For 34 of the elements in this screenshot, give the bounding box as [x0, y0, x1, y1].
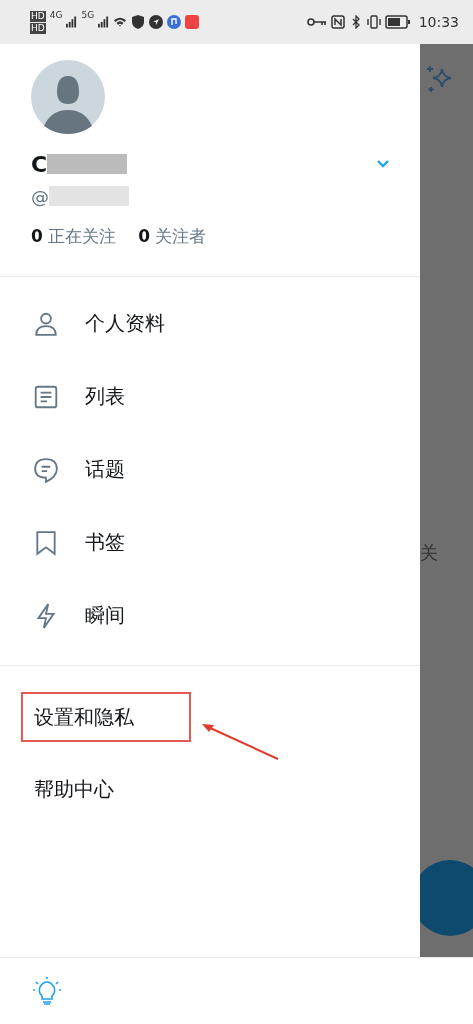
key-icon — [306, 17, 327, 27]
person-icon — [33, 310, 59, 337]
menu-item[interactable]: 设置和隐私 — [21, 692, 191, 742]
bookmark-icon — [33, 529, 59, 556]
follow-count-link[interactable]: 0 关注者 — [138, 225, 207, 248]
wifi-icon — [113, 15, 128, 29]
profile-handle: @ — [31, 185, 49, 207]
list-icon — [33, 383, 59, 410]
signal-icon — [98, 16, 110, 28]
menu-item[interactable]: 个人资料 — [0, 287, 420, 360]
network-label: 5G — [81, 10, 95, 20]
battery-icon — [384, 15, 411, 29]
sim-label: HD — [30, 22, 46, 34]
clock-time: 10:33 — [418, 14, 459, 30]
shield-icon — [131, 15, 146, 29]
network-label: 4G — [49, 10, 63, 20]
app-icon — [185, 15, 200, 29]
nfc-icon — [330, 15, 345, 29]
speech-bubble-icon — [33, 456, 59, 483]
menu-item[interactable]: 瞬间 — [0, 579, 420, 652]
sim-label: HD — [30, 10, 46, 22]
profile-name: C — [31, 151, 48, 177]
text-fragment: 关 — [420, 541, 438, 565]
lightbulb-icon[interactable] — [32, 976, 62, 1006]
menu-item[interactable]: 话题 — [0, 433, 420, 506]
vibrate-icon — [366, 15, 381, 29]
navigation-icon — [149, 15, 164, 29]
follow-count-link[interactable]: 0 正在关注 — [31, 225, 117, 248]
signal-icon — [66, 16, 78, 28]
menu-item[interactable]: 帮助中心 — [21, 764, 191, 814]
chevron-down-icon[interactable] — [376, 159, 390, 169]
menu-item[interactable]: 书签 — [0, 506, 420, 579]
menu-item[interactable]: 列表 — [0, 360, 420, 433]
avatar[interactable] — [31, 60, 105, 134]
